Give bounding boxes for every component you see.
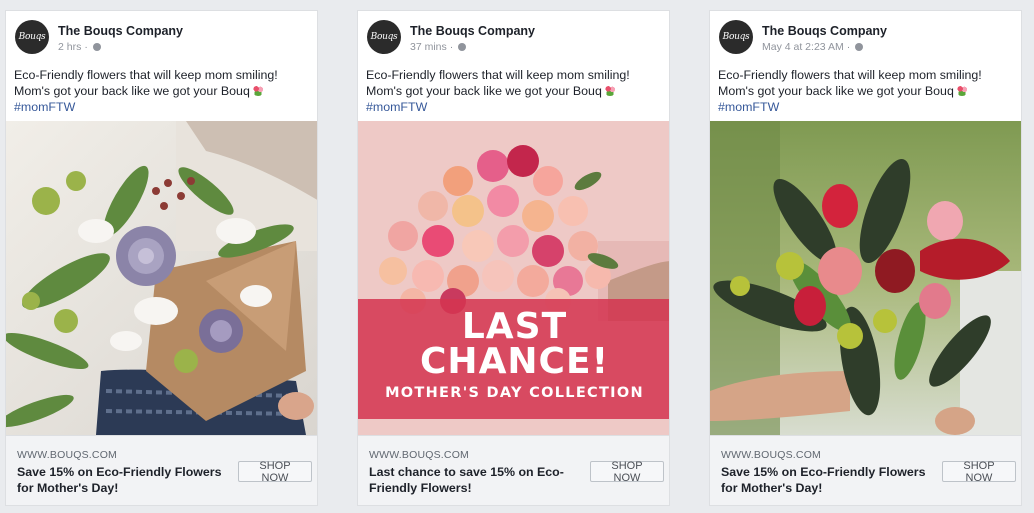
post-header: Bouqs The Bouqs Company 2 hrs ·: [6, 11, 317, 63]
globe-icon: [458, 43, 467, 51]
bouquet-photo-1: [6, 121, 317, 435]
overlay-title-line-2: CHANCE!: [420, 341, 609, 382]
hashtag-link[interactable]: #momFTW: [718, 99, 1015, 115]
page-name-link[interactable]: The Bouqs Company: [762, 24, 887, 38]
post-timestamp[interactable]: May 4 at 2:23 AM: [762, 41, 844, 53]
overlay-title-line-1: LAST: [461, 306, 568, 347]
avatar-logo-text: Bouqs: [722, 32, 750, 42]
link-preview[interactable]: WWW.BOUQS.COM Save 15% on Eco-Friendly F…: [710, 435, 1021, 505]
meta-separator: ·: [449, 41, 454, 53]
page-name-link[interactable]: The Bouqs Company: [410, 24, 535, 38]
bouquet-emoji-icon: [955, 85, 968, 96]
promo-overlay: LAST CHANCE! MOTHER'S DAY COLLECTION: [358, 299, 669, 419]
ad-post-card: Bouqs The Bouqs Company May 4 at 2:23 AM…: [709, 10, 1022, 506]
hashtag-link[interactable]: #momFTW: [14, 99, 311, 115]
ad-post-card: Bouqs The Bouqs Company 37 mins · Eco-Fr…: [357, 10, 670, 506]
globe-icon: [92, 43, 101, 51]
shop-now-button[interactable]: SHOP NOW: [590, 460, 664, 484]
ad-image[interactable]: [710, 121, 1021, 435]
bouquet-emoji-icon: [251, 85, 264, 96]
bouquet-emoji-icon: [603, 85, 616, 96]
ad-image[interactable]: LAST CHANCE! MOTHER'S DAY COLLECTION: [358, 121, 669, 435]
post-text-line-1: Eco-Friendly flowers that will keep mom …: [14, 68, 278, 82]
page-name-link[interactable]: The Bouqs Company: [58, 24, 183, 38]
bouquet-photo-3: [710, 121, 1021, 435]
post-text-line-2: Mom's got your back like we got your Bou…: [14, 84, 250, 98]
link-preview[interactable]: WWW.BOUQS.COM Last chance to save 15% on…: [358, 435, 669, 505]
post-text-line-2: Mom's got your back like we got your Bou…: [718, 84, 954, 98]
link-preview[interactable]: WWW.BOUQS.COM Save 15% on Eco-Friendly F…: [6, 435, 317, 505]
post-header: Bouqs The Bouqs Company 37 mins ·: [358, 11, 669, 63]
avatar[interactable]: Bouqs: [367, 20, 401, 54]
link-domain: WWW.BOUQS.COM: [17, 449, 118, 461]
ad-image[interactable]: [6, 121, 317, 435]
post-text: Eco-Friendly flowers that will keep mom …: [14, 67, 311, 115]
post-text: Eco-Friendly flowers that will keep mom …: [718, 67, 1015, 115]
post-text-line-2: Mom's got your back like we got your Bou…: [366, 84, 602, 98]
avatar-logo-text: Bouqs: [18, 32, 46, 42]
post-timestamp[interactable]: 37 mins: [410, 41, 447, 53]
globe-icon: [855, 43, 864, 51]
post-meta: 2 hrs ·: [58, 41, 101, 53]
post-text-line-1: Eco-Friendly flowers that will keep mom …: [718, 68, 982, 82]
meta-separator: ·: [84, 41, 88, 53]
avatar[interactable]: Bouqs: [15, 20, 49, 54]
link-domain: WWW.BOUQS.COM: [721, 449, 822, 461]
ad-post-card: Bouqs The Bouqs Company 2 hrs · Eco-Frie…: [5, 10, 318, 506]
post-text: Eco-Friendly flowers that will keep mom …: [366, 67, 663, 115]
avatar-logo-text: Bouqs: [370, 32, 398, 42]
post-text-line-1: Eco-Friendly flowers that will keep mom …: [366, 68, 630, 82]
link-headline[interactable]: Last chance to save 15% on Eco-Friendly …: [369, 464, 581, 496]
post-meta: May 4 at 2:23 AM ·: [762, 41, 864, 53]
overlay-title: LAST CHANCE!: [358, 306, 669, 382]
post-meta: 37 mins ·: [410, 41, 467, 53]
post-timestamp[interactable]: 2 hrs: [58, 41, 81, 53]
meta-separator: ·: [846, 41, 851, 53]
shop-now-button[interactable]: SHOP NOW: [238, 460, 312, 484]
post-header: Bouqs The Bouqs Company May 4 at 2:23 AM…: [710, 11, 1021, 63]
overlay-subtitle: MOTHER'S DAY COLLECTION: [385, 385, 644, 401]
link-domain: WWW.BOUQS.COM: [369, 449, 470, 461]
hashtag-link[interactable]: #momFTW: [366, 99, 663, 115]
link-headline[interactable]: Save 15% on Eco-Friendly Flowers for Mot…: [721, 464, 933, 496]
avatar[interactable]: Bouqs: [719, 20, 753, 54]
link-headline[interactable]: Save 15% on Eco-Friendly Flowers for Mot…: [17, 464, 229, 496]
shop-now-button[interactable]: SHOP NOW: [942, 460, 1016, 484]
